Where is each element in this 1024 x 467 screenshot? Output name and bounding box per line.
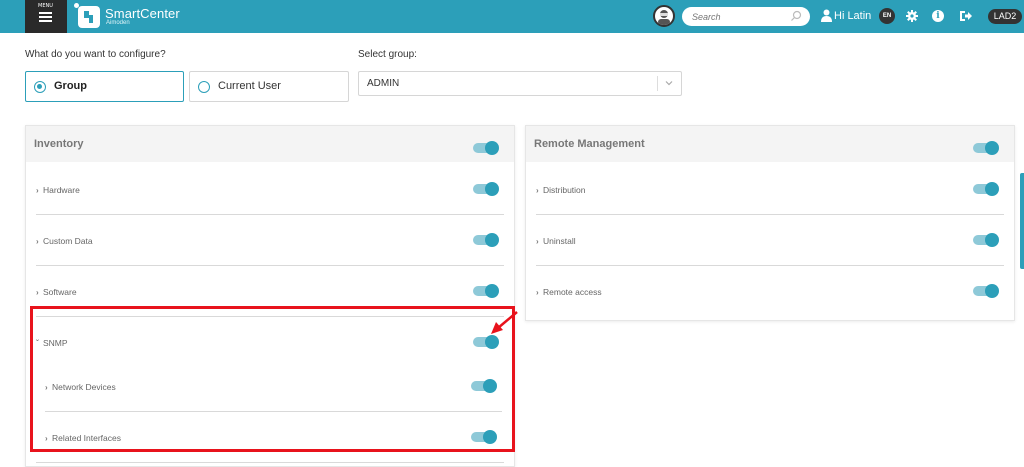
row-uninstall[interactable]: › Uninstall <box>536 236 576 246</box>
language-badge[interactable]: EN <box>879 8 895 24</box>
row-custom-data[interactable]: › Custom Data <box>36 236 93 246</box>
configure-question: What do you want to configure? <box>25 49 166 60</box>
panel-title: Inventory <box>34 138 84 150</box>
hamburger-icon <box>39 12 52 14</box>
info-icon[interactable]: i <box>932 10 944 22</box>
search-input[interactable] <box>692 9 787 24</box>
remote-management-panel: Remote Management › Distribution › Uninsta… <box>525 125 1015 321</box>
logout-icon[interactable] <box>959 10 972 22</box>
side-scroll-tab[interactable] <box>1020 173 1024 269</box>
annotation-arrow-icon <box>491 311 518 334</box>
custom-data-toggle[interactable] <box>473 233 499 247</box>
logo-icon <box>78 6 100 28</box>
row-hardware[interactable]: › Hardware <box>36 185 80 195</box>
brand-subtitle: Aimoden <box>106 20 130 26</box>
chevron-right-icon: › <box>536 237 539 246</box>
gear-icon[interactable] <box>906 10 918 22</box>
distribution-toggle[interactable] <box>973 182 999 196</box>
panel-header: Inventory <box>26 126 514 162</box>
remote-management-toggle[interactable] <box>973 141 999 155</box>
remote-access-toggle[interactable] <box>973 284 999 298</box>
menu-tag: MENU <box>38 3 53 9</box>
search-box[interactable] <box>682 7 810 26</box>
user-greeting[interactable]: Hi Latin <box>834 10 871 22</box>
search-icon[interactable] <box>790 10 802 22</box>
option-group[interactable]: Group <box>25 71 184 102</box>
panel-title: Remote Management <box>534 138 645 150</box>
row-distribution[interactable]: › Distribution <box>536 185 586 195</box>
chevron-down-icon[interactable] <box>664 78 674 88</box>
panel-header: Remote Management <box>526 126 1014 162</box>
chevron-right-icon: › <box>36 237 39 246</box>
chevron-right-icon: › <box>536 288 539 297</box>
row-remote-access[interactable]: › Remote access <box>536 287 602 297</box>
group-select-value: ADMIN <box>367 78 400 89</box>
annotation-highlight-box <box>30 306 515 452</box>
hardware-toggle[interactable] <box>473 182 499 196</box>
option-current-user[interactable]: Current User <box>189 71 349 102</box>
row-software[interactable]: › Software <box>36 287 77 297</box>
group-select[interactable]: ADMIN <box>358 71 682 96</box>
option-label: Current User <box>218 80 281 92</box>
top-bar: MENU SmartCenter Aimoden Hi Latin EN i L… <box>0 0 1024 33</box>
environment-badge[interactable]: LAD2 <box>988 9 1022 24</box>
radio-checked-icon[interactable] <box>34 81 46 93</box>
avatar[interactable] <box>653 5 675 27</box>
radio-unchecked-icon[interactable] <box>198 81 210 93</box>
chevron-right-icon: › <box>36 186 39 195</box>
chevron-right-icon: › <box>536 186 539 195</box>
uninstall-toggle[interactable] <box>973 233 999 247</box>
chevron-right-icon: › <box>36 288 39 297</box>
select-group-label: Select group: <box>358 49 417 60</box>
user-icon <box>821 9 832 22</box>
software-toggle[interactable] <box>473 284 499 298</box>
menu-button[interactable]: MENU <box>25 0 67 33</box>
inventory-toggle[interactable] <box>473 141 499 155</box>
brand-name: SmartCenter <box>105 6 180 21</box>
option-label: Group <box>54 80 87 92</box>
